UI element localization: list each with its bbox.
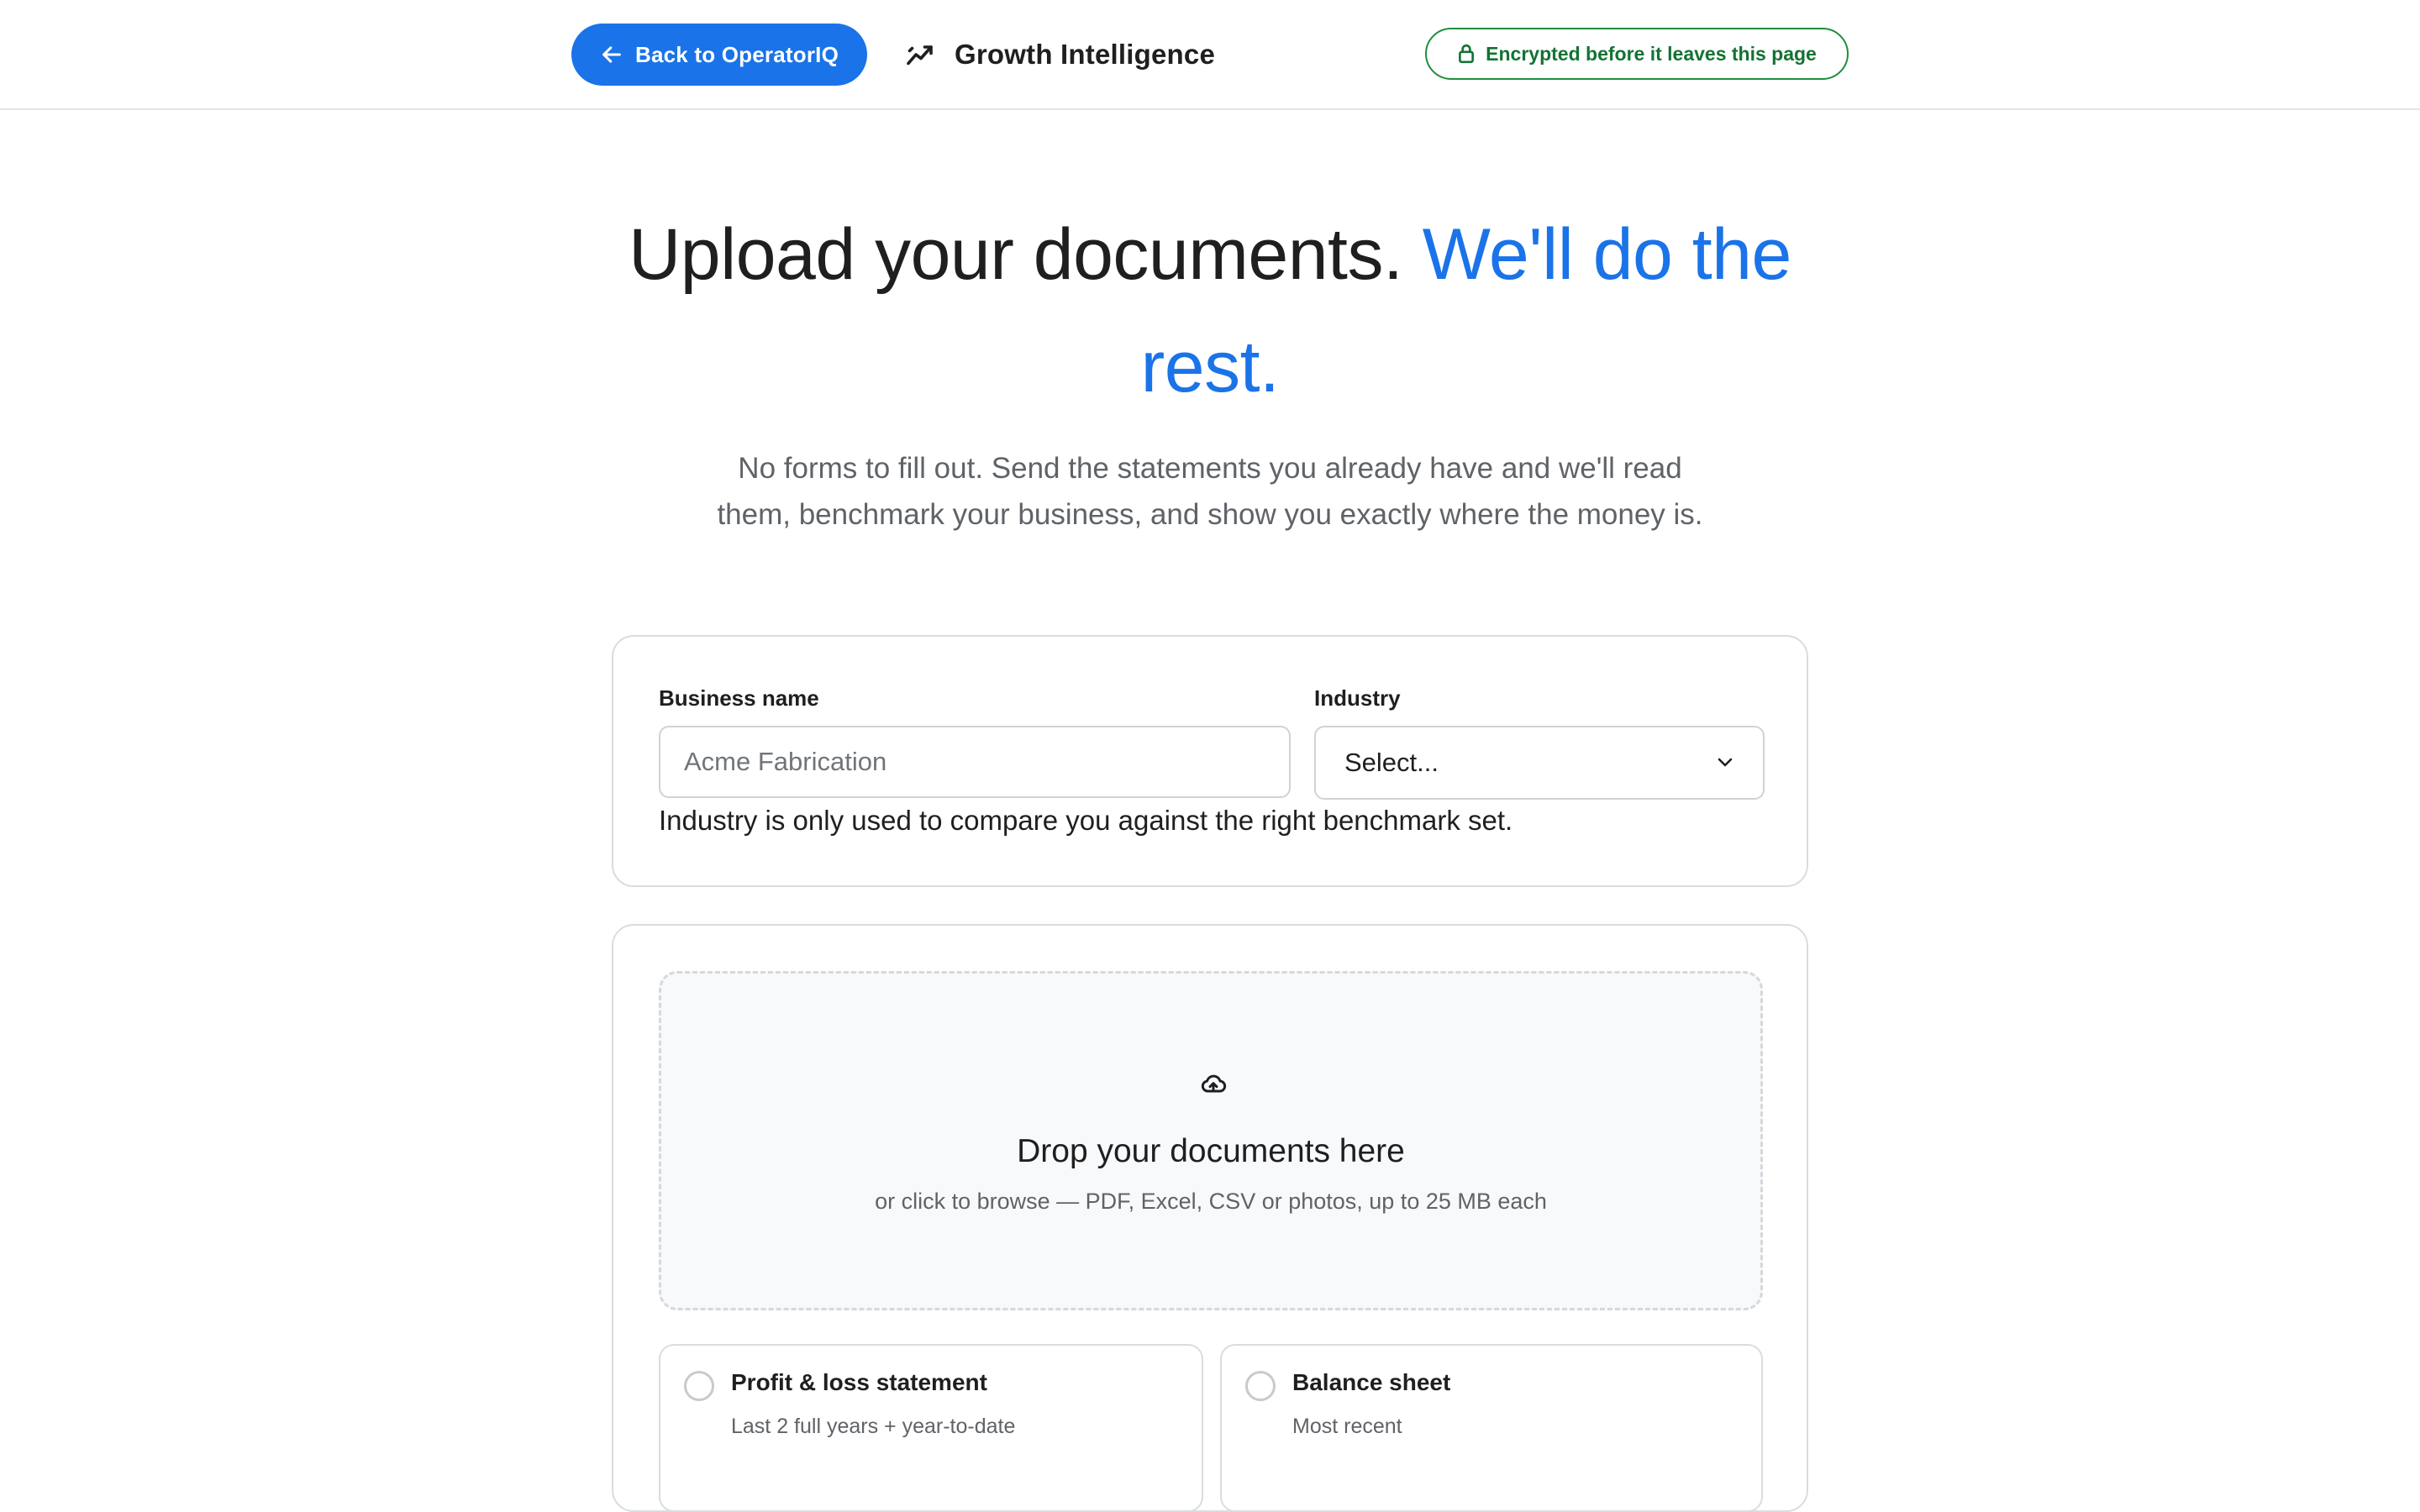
- brand-name: Growth Intelligence: [955, 39, 1216, 70]
- page-subtitle: No forms to fill out. Send the statement…: [717, 452, 1703, 531]
- business-name-label: Business name: [659, 685, 819, 711]
- encryption-badge-label: Encrypted before it leaves this page: [1486, 42, 1817, 65]
- encryption-badge: Encrypted before it leaves this page: [1425, 28, 1849, 80]
- upload-card: Drop your documents here or click to bro…: [612, 924, 1808, 1512]
- industry-select[interactable]: Select...: [1314, 726, 1765, 800]
- industry-selected-value: Select...: [1344, 748, 1439, 777]
- profit-loss-radio[interactable]: [684, 1371, 714, 1401]
- industry-helper-text: Industry is only used to compare you aga…: [659, 805, 1513, 836]
- cloud-upload-icon: [1201, 1074, 1227, 1093]
- trend-chart-icon: [907, 45, 933, 66]
- page-title: Upload your documents. We'll do the rest…: [622, 198, 1798, 423]
- document-type-subtitle: Most recent: [1292, 1415, 1402, 1438]
- document-type-balance-sheet[interactable]: Balance sheet Most recent: [1220, 1344, 1763, 1512]
- dropzone-title: Drop your documents here: [1017, 1133, 1405, 1169]
- brand: Growth Intelligence: [906, 30, 1215, 79]
- document-type-title: Profit & loss statement: [731, 1369, 987, 1395]
- chevron-down-icon: [1718, 758, 1733, 767]
- balance-sheet-radio[interactable]: [1245, 1371, 1276, 1401]
- business-name-input[interactable]: Acme Fabrication: [659, 726, 1291, 798]
- dropzone-subtitle: or click to browse — PDF, Excel, CSV or …: [875, 1189, 1547, 1214]
- document-type-title: Balance sheet: [1292, 1369, 1451, 1395]
- document-type-subtitle: Last 2 full years + year-to-date: [731, 1415, 1016, 1438]
- back-to-operatoriq-button[interactable]: Back to OperatorIQ: [571, 24, 867, 86]
- industry-label: Industry: [1314, 685, 1401, 711]
- back-button-label: Back to OperatorIQ: [635, 41, 839, 67]
- arrow-left-icon: [602, 46, 621, 63]
- page-title-plain: Upload your documents.: [629, 214, 1403, 295]
- document-type-profit-loss[interactable]: Profit & loss statement Last 2 full year…: [659, 1344, 1203, 1512]
- lock-icon: [1459, 44, 1475, 64]
- document-dropzone[interactable]: Drop your documents here or click to bro…: [659, 971, 1763, 1310]
- top-bar: Back to OperatorIQ Growth Intelligence E…: [0, 0, 2420, 110]
- business-info-card: Business name Acme Fabrication Industry …: [612, 635, 1808, 887]
